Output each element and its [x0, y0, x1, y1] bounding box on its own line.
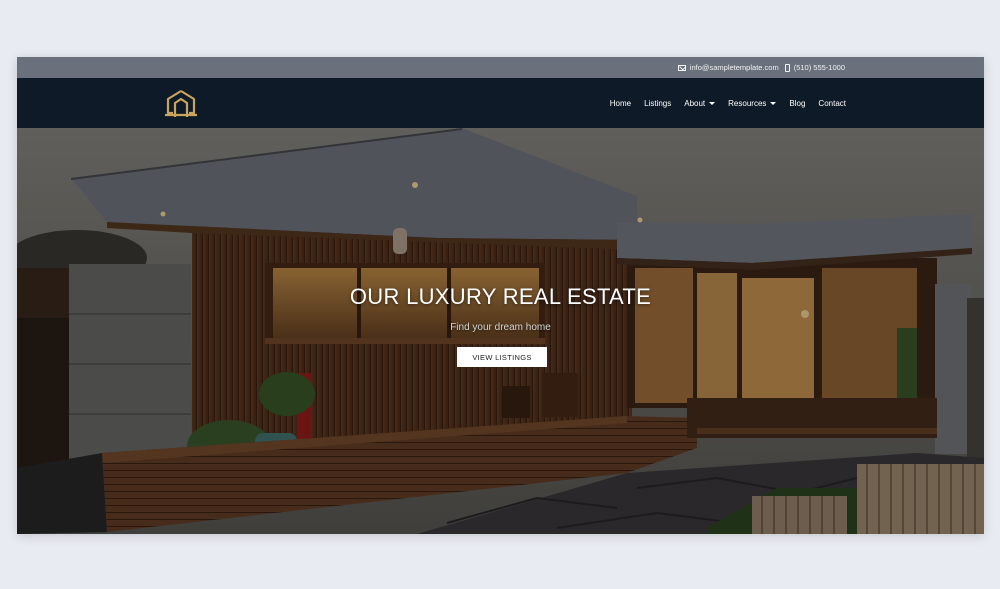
nav-listings-label: Listings [644, 98, 672, 108]
hero-subtitle: Find your dream home [450, 322, 551, 333]
website-screenshot: info@sampletemplate.com (510) 555-1000 H… [17, 57, 984, 534]
top-info-bar: info@sampletemplate.com (510) 555-1000 [17, 57, 984, 78]
hero-section: OUR LUXURY REAL ESTATE Find your dream h… [17, 128, 984, 534]
main-navigation: Home Listings About Resources Blog Conta… [17, 78, 984, 128]
nav-home[interactable]: Home [610, 99, 631, 108]
nav-contact-label: Contact [818, 98, 846, 108]
nav-menu: Home Listings About Resources Blog Conta… [610, 78, 846, 128]
contact-info: info@sampletemplate.com (510) 555-1000 [677, 57, 845, 78]
envelope-icon [677, 64, 686, 71]
nav-home-label: Home [609, 98, 632, 108]
nav-about[interactable]: About [684, 98, 716, 108]
nav-contact[interactable]: Contact [818, 99, 846, 108]
nav-blog[interactable]: Blog [789, 99, 805, 108]
view-listings-button[interactable]: VIEW LISTINGS [457, 347, 547, 367]
nav-resources[interactable]: Resources [728, 98, 777, 108]
email-text: info@sampletemplate.com [689, 63, 779, 72]
phone-text: (510) 555-1000 [793, 63, 845, 72]
caret-down-icon [709, 101, 716, 105]
nav-about-label: About [684, 98, 706, 108]
nav-listings[interactable]: Listings [644, 99, 671, 108]
caret-down-icon [770, 101, 777, 105]
house-logo-icon[interactable] [163, 88, 199, 120]
nav-resources-label: Resources [728, 98, 767, 108]
phone-icon [784, 63, 790, 72]
nav-blog-label: Blog [789, 98, 806, 108]
email-link[interactable]: info@sampletemplate.com [677, 63, 779, 72]
phone-link[interactable]: (510) 555-1000 [784, 63, 845, 72]
hero-title: OUR LUXURY REAL ESTATE [349, 284, 652, 309]
